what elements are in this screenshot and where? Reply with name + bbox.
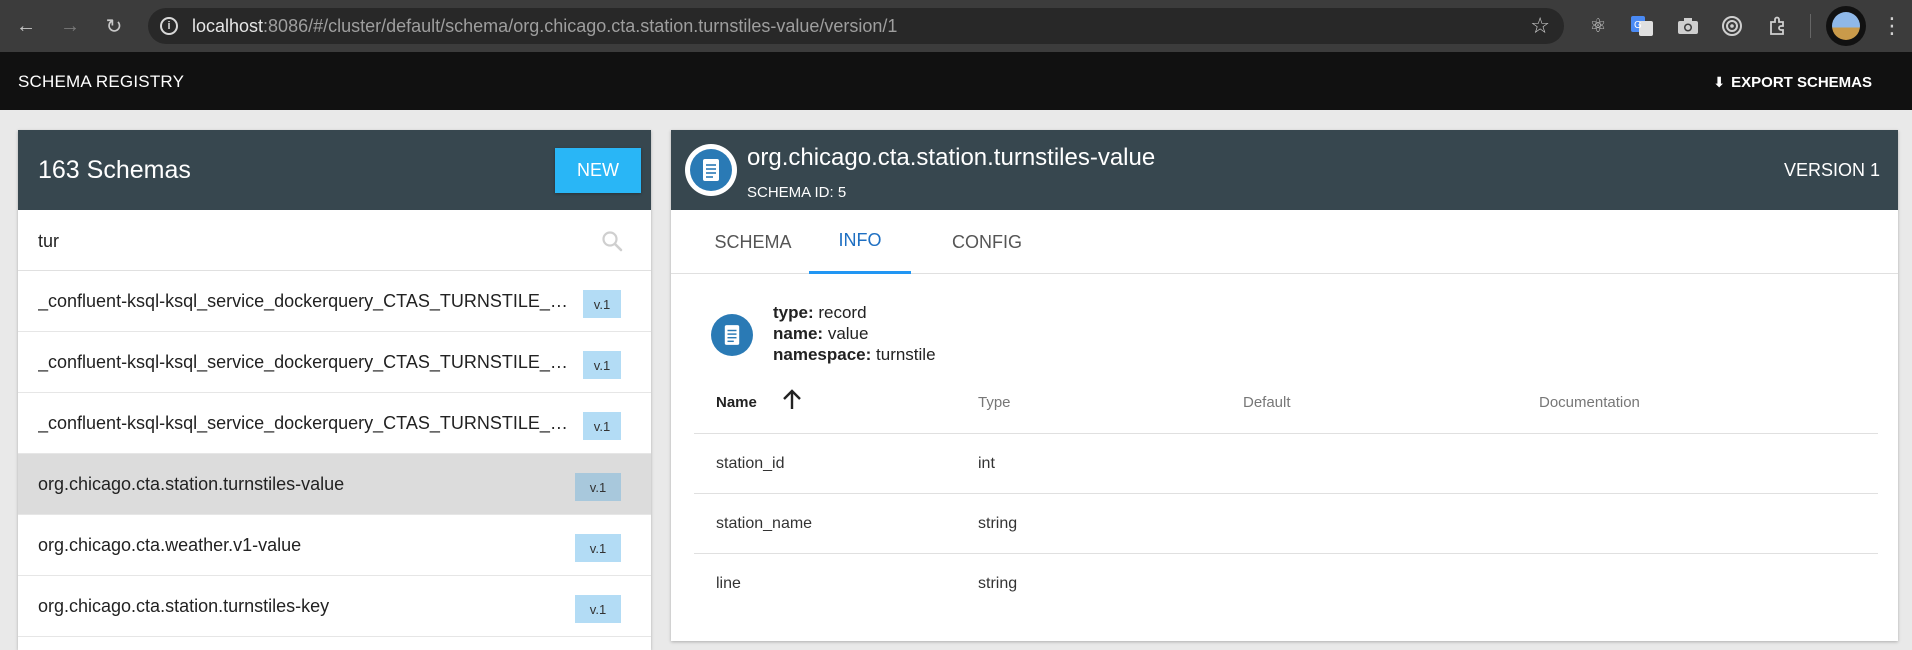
url-text[interactable]: localhost:8086/#/cluster/default/schema/… bbox=[192, 16, 897, 37]
version-label[interactable]: VERSION 1 bbox=[1784, 160, 1880, 181]
field-type: string bbox=[978, 515, 1018, 532]
info-namespace: namespace: turnstile bbox=[773, 345, 936, 364]
toolbar-divider bbox=[1810, 14, 1811, 38]
new-schema-button[interactable]: NEW bbox=[555, 148, 641, 193]
export-schemas-button[interactable]: ⬇ EXPORT SCHEMAS bbox=[1713, 74, 1872, 91]
schema-list-item-selected[interactable]: org.chicago.cta.station.turnstiles-value… bbox=[18, 454, 651, 515]
svg-text:G: G bbox=[1634, 20, 1642, 31]
camera-icon[interactable] bbox=[1672, 10, 1704, 42]
schema-item-name: org.chicago.cta.weather.v1-value bbox=[38, 534, 302, 555]
app-header: SCHEMA REGISTRY ⬇ EXPORT SCHEMAS bbox=[0, 52, 1912, 110]
search-row bbox=[18, 210, 651, 271]
download-icon: ⬇ bbox=[1713, 74, 1726, 90]
reload-icon[interactable]: ↻ bbox=[94, 6, 134, 46]
schema-list-item[interactable]: org.chicago.cta.station.turnstiles-key v… bbox=[18, 576, 651, 637]
profile-avatar[interactable] bbox=[1826, 6, 1866, 46]
field-name: station_id bbox=[716, 455, 785, 472]
schema-list-panel: 163 Schemas NEW _confluent-ksql-ksql_ser… bbox=[18, 130, 651, 650]
info-type: type: record bbox=[773, 303, 867, 322]
search-input[interactable] bbox=[38, 226, 578, 256]
tab-config[interactable]: CONFIG bbox=[925, 210, 1049, 274]
version-badge: v.1 bbox=[575, 595, 621, 623]
target-icon[interactable] bbox=[1716, 10, 1748, 42]
browser-toolbar: ← → ↻ i localhost:8086/#/cluster/default… bbox=[0, 0, 1912, 52]
column-header-default[interactable]: Default bbox=[1243, 394, 1291, 411]
react-devtools-icon[interactable]: ⚛ bbox=[1582, 10, 1614, 42]
schema-item-name: _confluent-ksql-ksql_service_dockerquery… bbox=[38, 351, 568, 372]
detail-tabs: SCHEMA INFO CONFIG bbox=[671, 210, 1898, 274]
schema-detail-panel: org.chicago.cta.station.turnstiles-value… bbox=[671, 130, 1898, 641]
schema-item-name: _confluent-ksql-ksql_service_dockerquery… bbox=[38, 290, 568, 311]
schema-title: org.chicago.cta.station.turnstiles-value bbox=[747, 144, 1156, 171]
table-row: station_name string bbox=[694, 494, 1878, 554]
search-icon[interactable] bbox=[601, 230, 623, 252]
schema-list-item[interactable]: _confluent-ksql-ksql_service_dockerquery… bbox=[18, 393, 651, 454]
site-info-icon[interactable]: i bbox=[160, 17, 178, 35]
column-header-documentation[interactable]: Documentation bbox=[1539, 394, 1640, 411]
version-badge: v.1 bbox=[583, 290, 621, 318]
forward-icon[interactable]: → bbox=[50, 6, 90, 46]
schema-item-name: _confluent-ksql-ksql_service_dockerquery… bbox=[38, 412, 568, 433]
info-name: name: value bbox=[773, 324, 869, 343]
schema-document-icon bbox=[685, 144, 737, 196]
bookmark-star-icon[interactable]: ☆ bbox=[1530, 13, 1550, 39]
back-icon[interactable]: ← bbox=[6, 6, 46, 46]
tab-info[interactable]: INFO bbox=[809, 210, 911, 274]
schema-item-name: org.chicago.cta.station.turnstiles-value bbox=[38, 473, 345, 494]
record-document-icon bbox=[711, 314, 753, 356]
version-badge: v.1 bbox=[575, 534, 621, 562]
sort-ascending-icon[interactable] bbox=[779, 386, 805, 412]
field-name: station_name bbox=[716, 515, 813, 532]
version-badge: v.1 bbox=[575, 473, 621, 501]
schema-id: SCHEMA ID: 5 bbox=[747, 184, 847, 201]
field-name: line bbox=[716, 575, 741, 592]
fields-table: Name Type Default Documentation station_… bbox=[694, 374, 1878, 614]
table-row: station_id int bbox=[694, 434, 1878, 494]
export-schemas-label: EXPORT SCHEMAS bbox=[1731, 74, 1872, 91]
column-header-name[interactable]: Name bbox=[716, 394, 757, 411]
google-translate-icon[interactable]: G bbox=[1626, 10, 1658, 42]
address-bar[interactable]: i localhost:8086/#/cluster/default/schem… bbox=[148, 8, 1564, 44]
schema-item-name: org.chicago.cta.station.turnstiles-key bbox=[38, 595, 330, 616]
table-header-row: Name Type Default Documentation bbox=[694, 374, 1878, 434]
version-badge: v.1 bbox=[583, 412, 621, 440]
chrome-menu-icon[interactable]: ⋮ bbox=[1876, 10, 1908, 42]
schema-count-title: 163 Schemas bbox=[38, 156, 191, 184]
app-title: SCHEMA REGISTRY bbox=[18, 72, 185, 91]
field-type: int bbox=[978, 455, 995, 472]
table-row: line string bbox=[694, 554, 1878, 614]
tab-schema[interactable]: SCHEMA bbox=[683, 210, 823, 274]
column-header-type[interactable]: Type bbox=[978, 394, 1011, 411]
field-type: string bbox=[978, 575, 1018, 592]
schema-list-item[interactable]: _confluent-ksql-ksql_service_dockerquery… bbox=[18, 332, 651, 393]
extensions-icon[interactable] bbox=[1762, 10, 1794, 42]
version-badge: v.1 bbox=[583, 351, 621, 379]
schema-list-item[interactable]: _confluent-ksql-ksql_service_dockerquery… bbox=[18, 271, 651, 332]
schema-detail-header: org.chicago.cta.station.turnstiles-value… bbox=[671, 130, 1898, 210]
schema-list-item[interactable]: org.chicago.cta.weather.v1-value v.1 bbox=[18, 515, 651, 576]
schema-list-header: 163 Schemas NEW bbox=[18, 130, 651, 210]
